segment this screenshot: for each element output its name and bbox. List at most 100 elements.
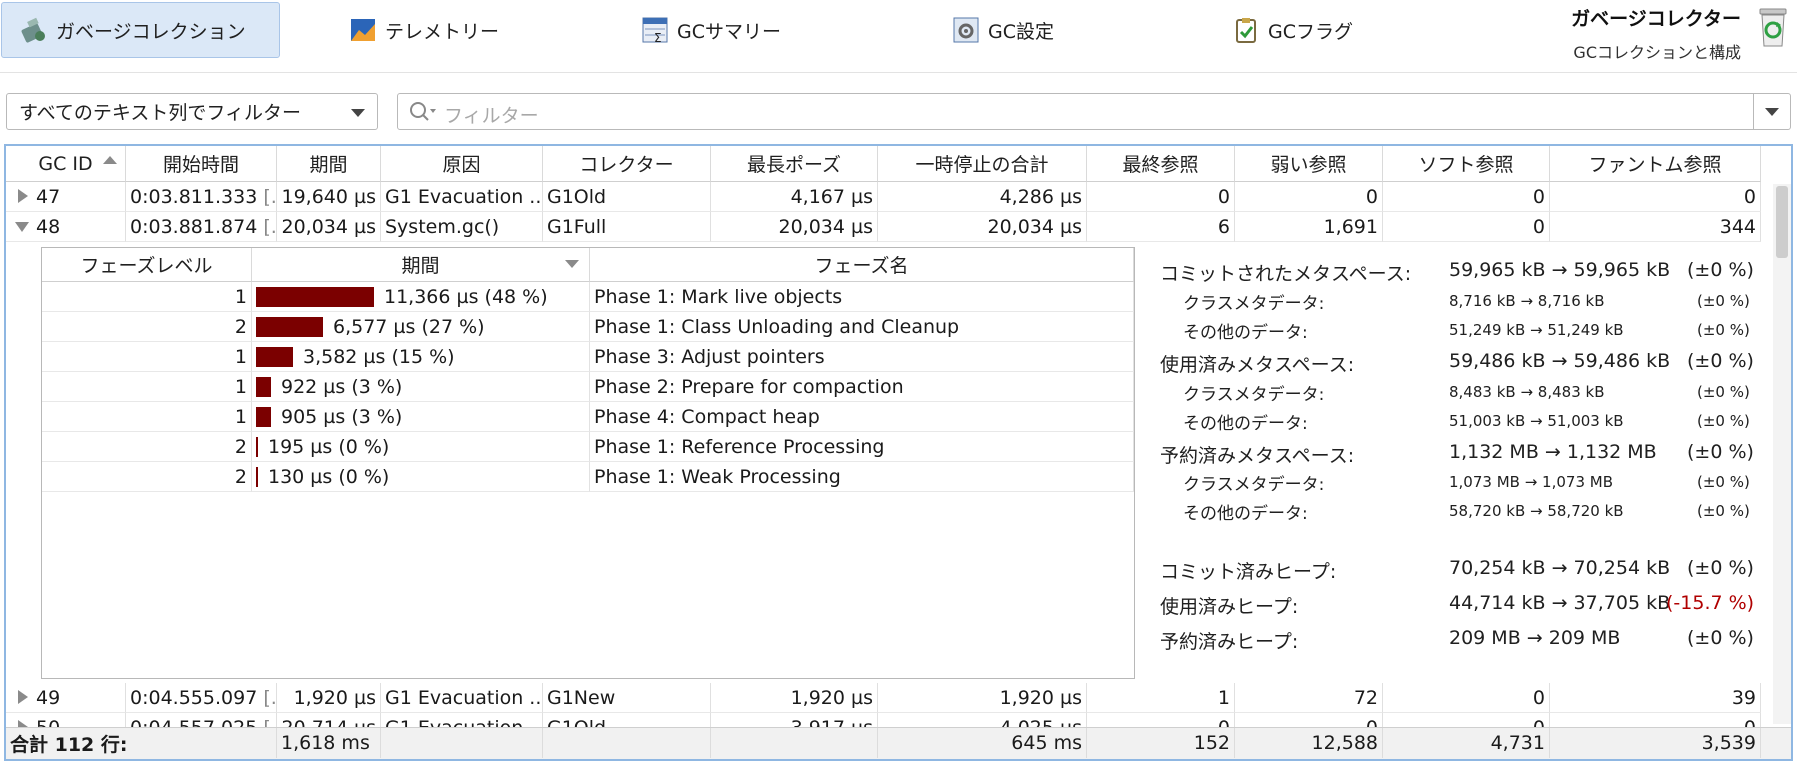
start-time-value: 0:03.881.874 — [130, 215, 258, 238]
vertical-scrollbar[interactable] — [1773, 184, 1791, 724]
memory-delta: (±0 %) — [1697, 502, 1750, 520]
memory-label: その他のデータ: — [1183, 504, 1308, 524]
tab-label: ガベージコレクション — [56, 20, 246, 43]
totals-empty — [543, 728, 711, 758]
column-label: 期間 — [309, 154, 348, 176]
cell-weak-refs: 72 — [1235, 683, 1383, 713]
column-header-collector[interactable]: コレクター — [543, 146, 711, 182]
phase-name-cell: Phase 4: Compact heap — [590, 402, 1134, 432]
memory-label: その他のデータ: — [1183, 414, 1308, 434]
totals-duration: 1,618 ms — [277, 728, 381, 758]
column-label: ファントム参照 — [1588, 154, 1722, 176]
start-time-more: [... — [263, 686, 277, 709]
gc-table: GC ID 開始時間 期間 原因 コレクター 最長ポーズ 一時停止の合計 最終参… — [4, 144, 1793, 761]
cell-longest-pause: 1,920 µs — [711, 683, 878, 713]
phase-name-cell: Phase 2: Prepare for compaction — [590, 372, 1134, 402]
cell-cause: System.gc() — [381, 212, 543, 242]
view-header: ガベージコレクター GCコレクションと構成 — [1571, 4, 1741, 63]
memory-value: 209 MB → 209 MB — [1449, 627, 1621, 649]
tab-telemetry[interactable]: テレメトリー — [331, 2, 499, 58]
filter-column-select[interactable]: すべてのテキスト列でフィルター — [6, 93, 378, 130]
phase-duration-cell: 11,366 µs (48 %) — [252, 282, 590, 312]
column-label: GC ID — [38, 152, 93, 175]
column-header-start-time[interactable]: 開始時間 — [126, 146, 277, 182]
sort-descending-icon — [565, 260, 579, 268]
start-time-value: 0:04.555.097 — [130, 686, 258, 709]
cell-final-refs: 6 — [1087, 212, 1235, 242]
phase-level-cell: 2 — [42, 462, 252, 492]
memory-delta: (±0 %) — [1697, 412, 1750, 430]
totals-row: 合計 112 行: 1,618 ms 645 ms 152 12,588 4,7… — [6, 727, 1791, 759]
filter-column-value: すべてのテキスト列でフィルター — [19, 102, 301, 124]
phase-duration-bar — [256, 347, 293, 367]
column-label: 弱い参照 — [1270, 154, 1347, 176]
memory-value: 8,716 kB → 8,716 kB — [1449, 292, 1605, 310]
column-header-duration[interactable]: 期間 — [277, 146, 381, 182]
cell-total-pause: 1,920 µs — [878, 683, 1087, 713]
tab-garbage-collection[interactable]: ガベージコレクション — [1, 2, 280, 58]
phase-level-cell: 1 — [42, 342, 252, 372]
totals-soft-refs: 4,731 — [1383, 728, 1550, 758]
column-label: 期間 — [401, 255, 440, 277]
phase-duration-text: 922 µs (3 %) — [281, 376, 403, 398]
phase-level-cell: 1 — [42, 282, 252, 312]
tab-gc-settings[interactable]: GC設定 — [934, 2, 1054, 58]
start-time-more: [... — [263, 215, 277, 238]
memory-delta: (±0 %) — [1687, 350, 1754, 372]
cell-soft-refs: 0 — [1383, 683, 1550, 713]
cell-start-time: 0:03.881.874 [... — [126, 212, 277, 242]
start-time-more: [... — [263, 185, 277, 208]
column-header-longest-pause[interactable]: 最長ポーズ — [711, 146, 878, 182]
cell-duration: 1,920 µs — [277, 683, 381, 713]
gc-settings-icon — [952, 16, 980, 44]
memory-value: 44,714 kB → 37,705 kB — [1449, 592, 1671, 614]
column-header-phase-duration[interactable]: 期間 — [252, 248, 590, 282]
column-header-phantom-refs[interactable]: ファントム参照 — [1550, 146, 1761, 182]
phase-duration-cell: 6,577 µs (27 %) — [252, 312, 590, 342]
filter-placeholder: フィルター — [444, 105, 539, 127]
memory-delta: (±0 %) — [1687, 557, 1754, 579]
cell-longest-pause: 4,167 µs — [711, 182, 878, 212]
view-subtitle: GCコレクションと構成 — [1573, 43, 1741, 62]
toolbar: ガベージコレクション テレメトリー Σ GCサマリー GC設定 GCフラグ ガベ… — [0, 0, 1797, 73]
cell-weak-refs: 1,691 — [1235, 212, 1383, 242]
cell-start-time: 0:04.555.097 [... — [126, 683, 277, 713]
filter-input[interactable]: フィルター — [397, 93, 1791, 130]
phase-level-cell: 1 — [42, 402, 252, 432]
phase-name-cell: Phase 1: Class Unloading and Cleanup — [590, 312, 1134, 342]
column-header-soft-refs[interactable]: ソフト参照 — [1383, 146, 1550, 182]
column-label: 一時停止の合計 — [915, 154, 1049, 176]
cell-phantom-refs: 344 — [1550, 212, 1761, 242]
cell-weak-refs: 0 — [1235, 182, 1383, 212]
column-header-weak-refs[interactable]: 弱い参照 — [1235, 146, 1383, 182]
phase-duration-text: 6,577 µs (27 %) — [333, 316, 485, 338]
filter-history-dropdown[interactable] — [1753, 94, 1790, 129]
column-label: ソフト参照 — [1418, 154, 1514, 176]
scrollbar-thumb[interactable] — [1776, 186, 1788, 258]
memory-delta: (±0 %) — [1687, 627, 1754, 649]
column-header-total-pause[interactable]: 一時停止の合計 — [878, 146, 1087, 182]
phase-name-cell: Phase 3: Adjust pointers — [590, 342, 1134, 372]
column-header-final-refs[interactable]: 最終参照 — [1087, 146, 1235, 182]
column-header-gc-id[interactable]: GC ID — [6, 146, 126, 182]
phase-duration-cell: 905 µs (3 %) — [252, 402, 590, 432]
memory-value: 1,132 MB → 1,132 MB — [1449, 441, 1657, 463]
phase-table: フェーズレベル 期間 フェーズ名 1 11,366 µs (48 %) Phase … — [41, 247, 1135, 679]
column-header-phase-name[interactable]: フェーズ名 — [590, 248, 1134, 282]
column-label: 原因 — [442, 154, 481, 176]
tab-gc-flags[interactable]: GCフラグ — [1214, 2, 1353, 58]
tab-gc-summary[interactable]: Σ GCサマリー — [623, 2, 781, 58]
phase-level-cell: 1 — [42, 372, 252, 402]
column-header-phase-level[interactable]: フェーズレベル — [42, 248, 252, 282]
phase-duration-text: 11,366 µs (48 %) — [384, 286, 548, 308]
totals-empty — [381, 728, 543, 758]
memory-value: 59,486 kB → 59,486 kB — [1449, 350, 1671, 372]
cell-collector: G1Old — [543, 182, 711, 212]
phase-duration-bar — [256, 467, 258, 487]
cell-cause: G1 Evacuation ... — [381, 182, 543, 212]
tab-label: GC設定 — [988, 20, 1054, 43]
recycle-bin-icon — [1755, 6, 1791, 47]
phase-duration-cell: 922 µs (3 %) — [252, 372, 590, 402]
column-header-cause[interactable]: 原因 — [381, 146, 543, 182]
memory-delta: (±0 %) — [1697, 321, 1750, 339]
